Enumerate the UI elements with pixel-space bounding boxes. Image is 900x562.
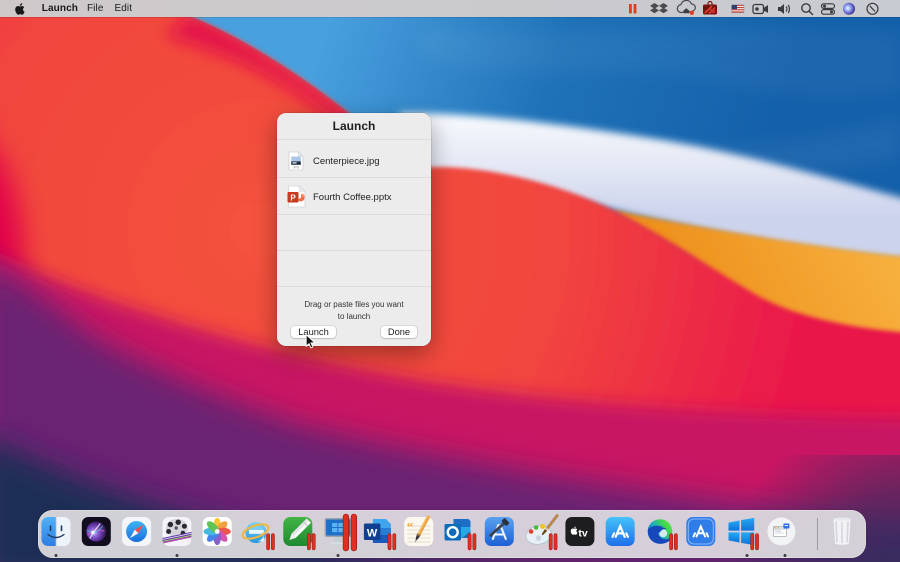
svg-text:P: P [290,193,296,202]
svg-text:“: “ [407,519,414,534]
svg-text:JPG: JPG [293,165,300,169]
svg-text:W: W [367,528,378,540]
svg-text:tv: tv [578,528,587,540]
